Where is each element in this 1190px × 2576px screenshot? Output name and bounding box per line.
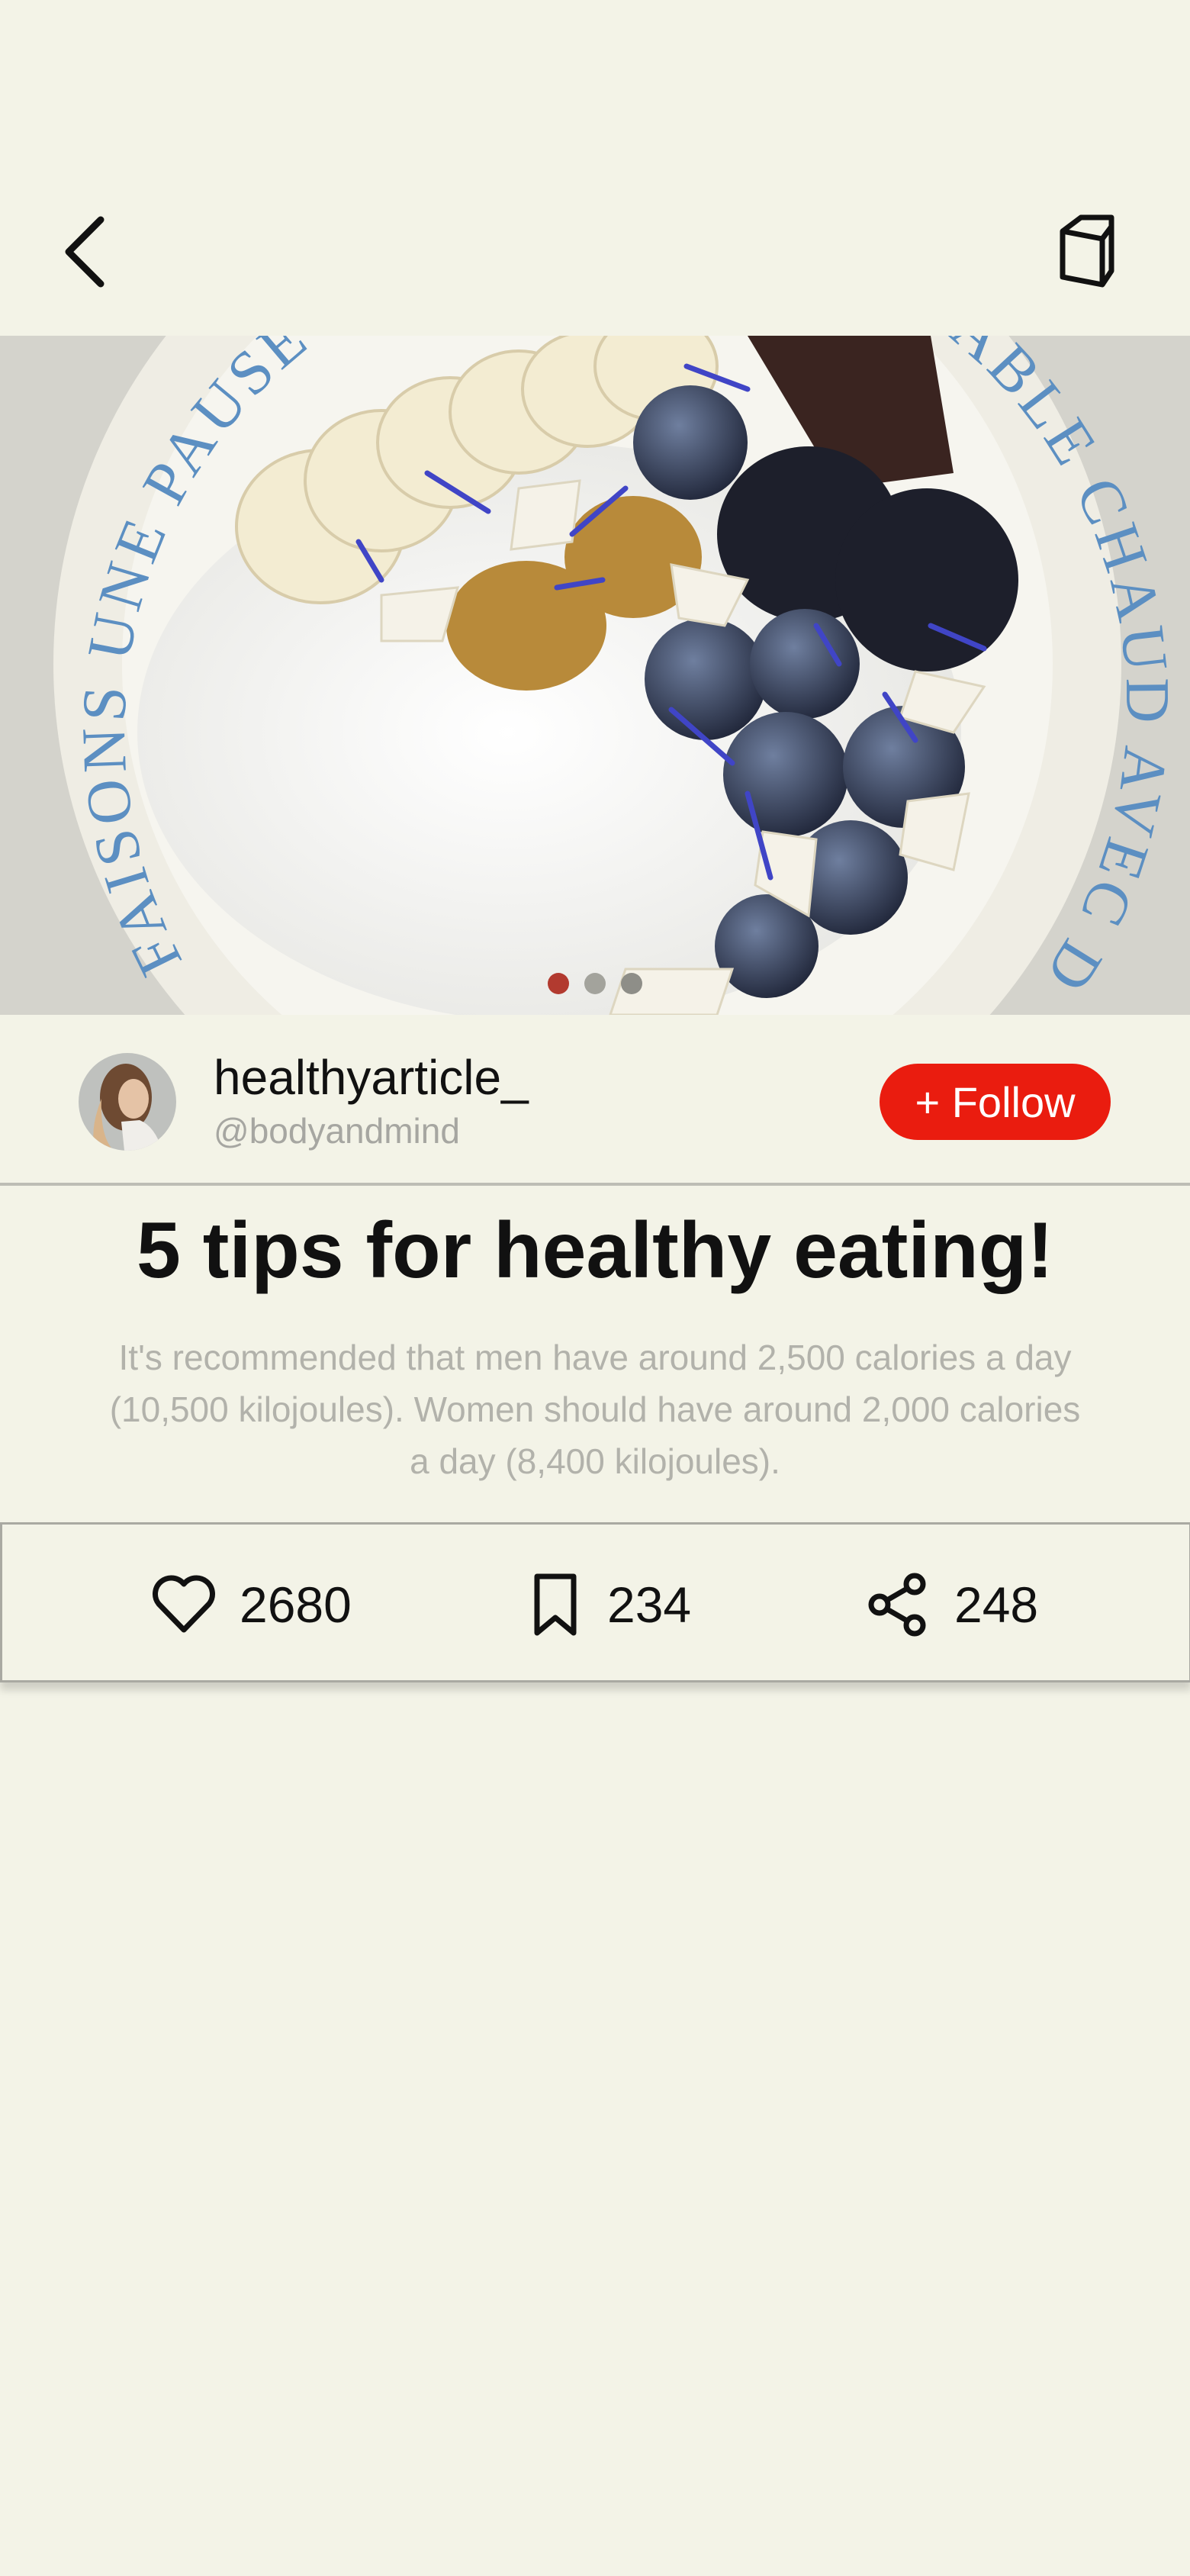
hero-image-carousel[interactable]: FAISONS UNE PAUSE SABLE CHAUD AVEC D [0,336,1190,1015]
back-button[interactable] [53,206,122,298]
heart-icon [153,1575,215,1633]
action-bar: 2680 234 248 [0,1522,1190,1682]
avatar[interactable] [79,1053,176,1151]
like-button[interactable]: 2680 [150,1563,352,1647]
top-bar [0,0,1190,336]
carousel-dot-2[interactable] [584,973,606,994]
follow-button[interactable]: + Follow [880,1064,1111,1140]
avatar-image [79,1053,176,1151]
book-icon [1060,214,1114,288]
bookmark-library-button[interactable] [1049,210,1125,294]
carousel-dot-3[interactable] [621,973,642,994]
author-row: healthyarticle_ @bodyandmind + Follow [0,1015,1190,1183]
chevron-left-icon [65,216,105,288]
food-bowl-image: FAISONS UNE PAUSE SABLE CHAUD AVEC D [0,336,1190,1015]
share-button[interactable]: 248 [864,1563,1038,1647]
author-handle: @bodyandmind [214,1111,460,1151]
article-title: 5 tips for healthy eating! [137,1206,1053,1295]
article-description: It's recommended that men have around 2,… [109,1338,1081,1481]
save-button[interactable]: 234 [525,1563,691,1647]
carousel-dot-1[interactable] [548,973,569,994]
bookmark-icon [534,1573,577,1636]
save-count: 234 [607,1576,692,1633]
share-count: 248 [954,1576,1039,1633]
share-icon [868,1573,926,1637]
carousel-pagination [0,973,1190,996]
divider [0,1183,1190,1186]
author-name[interactable]: healthyarticle_ [214,1049,529,1106]
like-count: 2680 [240,1576,352,1633]
